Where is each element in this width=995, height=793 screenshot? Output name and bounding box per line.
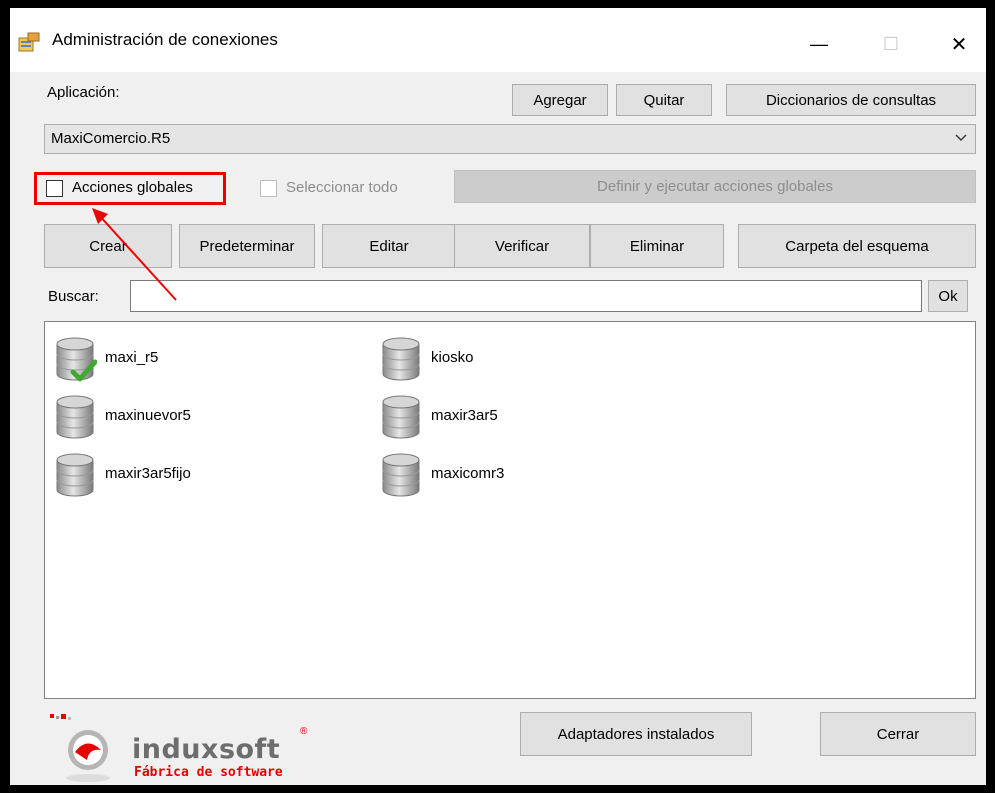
application-select-value: MaxiComercio.R5 bbox=[51, 130, 171, 147]
database-icon bbox=[382, 337, 420, 381]
connection-item[interactable]: maxir3ar5fijo bbox=[53, 452, 353, 502]
close-window-button[interactable]: ✕ bbox=[932, 22, 986, 66]
query-dictionaries-button[interactable]: Diccionarios de consultas bbox=[726, 84, 976, 116]
edit-button[interactable]: Editar bbox=[322, 224, 456, 268]
select-all-label: Seleccionar todo bbox=[286, 179, 398, 196]
title-bar: Administración de conexiones — ☐ ✕ bbox=[10, 8, 986, 72]
connections-list[interactable]: maxi_r5 kiosko maxinuevor5 maxir3ar5 max… bbox=[44, 321, 976, 699]
verify-button[interactable]: Verificar bbox=[454, 224, 590, 268]
chevron-down-icon bbox=[955, 134, 967, 141]
maximize-icon: ☐ bbox=[882, 33, 900, 54]
connection-manager-window: Administración de conexiones — ☐ ✕ Aplic… bbox=[10, 8, 986, 785]
connection-item[interactable]: kiosko bbox=[379, 336, 679, 386]
logo-name: induxsoft bbox=[132, 734, 281, 765]
connection-name: kiosko bbox=[431, 349, 474, 366]
add-button[interactable]: Agregar bbox=[512, 84, 608, 116]
logo-tagline: Fábrica de software bbox=[134, 765, 283, 780]
schema-folder-button[interactable]: Carpeta del esquema bbox=[738, 224, 976, 268]
global-actions-checkbox[interactable] bbox=[46, 180, 63, 197]
logo-registered-mark: ® bbox=[300, 726, 308, 737]
database-icon bbox=[382, 395, 420, 439]
set-default-button[interactable]: Predeterminar bbox=[179, 224, 315, 268]
global-actions-label: Acciones globales bbox=[72, 179, 193, 196]
database-icon bbox=[56, 395, 94, 439]
database-check-icon bbox=[56, 337, 97, 382]
connection-name: maxir3ar5fijo bbox=[105, 465, 191, 482]
connection-item[interactable]: maxinuevor5 bbox=[53, 394, 353, 444]
logo-mark-icon bbox=[50, 714, 110, 782]
induxsoft-logo: induxsoft ® Fábrica de software bbox=[48, 712, 308, 784]
annotation-arrow bbox=[92, 208, 177, 301]
connection-item[interactable]: maxir3ar5 bbox=[379, 394, 679, 444]
search-ok-button[interactable]: Ok bbox=[928, 280, 968, 312]
database-icon bbox=[382, 453, 420, 497]
maximize-button[interactable]: ☐ bbox=[860, 22, 922, 66]
connection-name: maxi_r5 bbox=[105, 349, 159, 366]
connection-name: maxir3ar5 bbox=[431, 407, 498, 424]
minimize-button[interactable]: — bbox=[788, 22, 850, 66]
connection-item[interactable]: maxicomr3 bbox=[379, 452, 679, 502]
minimize-icon: — bbox=[810, 33, 828, 54]
application-select[interactable]: MaxiComercio.R5 bbox=[44, 124, 976, 154]
close-icon: ✕ bbox=[950, 33, 968, 56]
installed-adapters-button[interactable]: Adaptadores instalados bbox=[520, 712, 752, 756]
application-label: Aplicación: bbox=[47, 84, 120, 101]
remove-button[interactable]: Quitar bbox=[616, 84, 712, 116]
connection-name: maxicomr3 bbox=[431, 465, 505, 482]
window-title: Administración de conexiones bbox=[52, 30, 278, 49]
database-icon bbox=[56, 453, 94, 497]
delete-button[interactable]: Eliminar bbox=[590, 224, 724, 268]
define-global-actions-button[interactable]: Definir y ejecutar acciones globales bbox=[454, 170, 976, 203]
select-all-checkbox[interactable] bbox=[260, 180, 277, 197]
close-button[interactable]: Cerrar bbox=[820, 712, 976, 756]
app-icon bbox=[18, 32, 40, 52]
connection-name: maxinuevor5 bbox=[105, 407, 191, 424]
search-input[interactable] bbox=[130, 280, 922, 312]
connection-item[interactable]: maxi_r5 bbox=[53, 336, 353, 386]
